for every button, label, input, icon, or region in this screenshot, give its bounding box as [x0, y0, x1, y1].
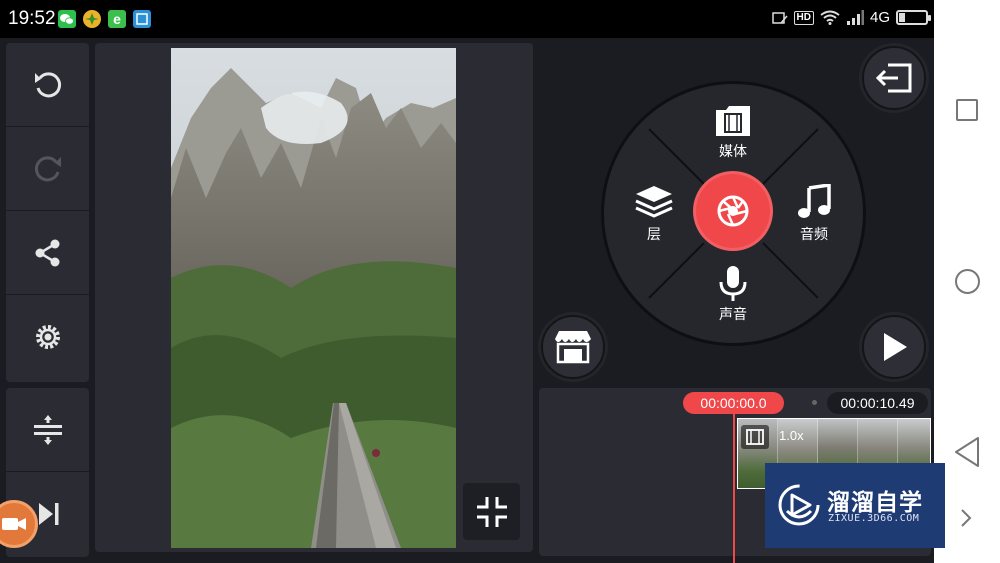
media-label: 媒体 [719, 144, 747, 160]
screenshot-icon [133, 10, 151, 28]
mute-icon [771, 11, 788, 24]
status-bar: 19:52 e HD 4G [0, 0, 934, 38]
play-button[interactable] [862, 315, 926, 379]
network-type: 4G [869, 9, 890, 26]
watermark-overlay: 溜溜自学 ZIXUE.3D66.COM [765, 463, 945, 548]
undo-icon [34, 71, 61, 97]
collapse-icon [476, 496, 507, 527]
recent-apps-button[interactable] [956, 99, 978, 121]
watermark-url: ZIXUE.3D66.COM [828, 513, 920, 524]
film-folder-icon [716, 106, 750, 136]
exit-icon [875, 63, 912, 93]
asset-store-button[interactable] [541, 315, 605, 379]
video-camera-icon [2, 518, 26, 530]
voice-wheel-button[interactable]: 声音 [703, 264, 763, 326]
layer-label: 层 [647, 227, 661, 243]
video-preview[interactable] [171, 48, 456, 548]
status-indicators: HD 4G [771, 9, 931, 26]
svg-text:e: e [113, 11, 121, 27]
audio-wheel-button[interactable]: 音频 [784, 184, 844, 244]
undo-button[interactable] [6, 43, 89, 127]
voice-label: 声音 [719, 307, 747, 323]
yellow-app-icon [83, 10, 101, 28]
mountain-scene-image [171, 48, 456, 548]
camera-shutter-icon [717, 195, 749, 227]
back-button[interactable] [953, 436, 981, 468]
wifi-icon [820, 10, 840, 25]
record-button[interactable] [693, 171, 773, 251]
gear-icon [35, 325, 60, 349]
status-time: 19:52 [8, 8, 56, 29]
media-wheel-button[interactable]: 媒体 [703, 102, 763, 164]
microphone-icon [719, 266, 747, 301]
redo-button[interactable] [6, 127, 89, 211]
battery-icon [896, 10, 931, 25]
timeline-dot [812, 400, 817, 405]
exit-editor-button[interactable] [862, 46, 926, 110]
app-root: { "status_bar": { "time": "19:52", "netw… [0, 0, 1000, 563]
exit-fullscreen-button[interactable] [463, 483, 520, 540]
clip-type-icon [741, 425, 769, 449]
current-time-badge: 00:00:00.0 [683, 392, 784, 414]
layout-adjust-button[interactable] [6, 388, 89, 472]
hd-badge: HD [793, 10, 814, 25]
music-note-icon [798, 184, 831, 218]
adjust-layout-icon [33, 414, 62, 445]
total-time-badge: 00:00:10.49 [827, 392, 928, 414]
signal-icon [846, 10, 864, 25]
layer-wheel-button[interactable]: 层 [624, 184, 684, 244]
layers-icon [635, 186, 673, 218]
store-icon [555, 331, 591, 364]
share-button[interactable] [6, 211, 89, 295]
play-icon [884, 333, 907, 361]
playhead[interactable] [733, 414, 735, 563]
browser-e-icon: e [108, 10, 126, 28]
left-toolbar-top [6, 43, 89, 382]
home-button[interactable] [955, 269, 980, 294]
watermark-title: 溜溜自学 [827, 490, 923, 516]
watermark-logo-icon [778, 484, 820, 526]
share-icon [35, 239, 59, 266]
redo-icon [34, 155, 61, 181]
audio-label: 音频 [800, 227, 828, 243]
settings-button[interactable] [6, 295, 89, 379]
chevron-right-icon[interactable] [958, 506, 974, 530]
wechat-icon [58, 10, 76, 28]
clip-speed-label: 1.0x [779, 428, 804, 443]
